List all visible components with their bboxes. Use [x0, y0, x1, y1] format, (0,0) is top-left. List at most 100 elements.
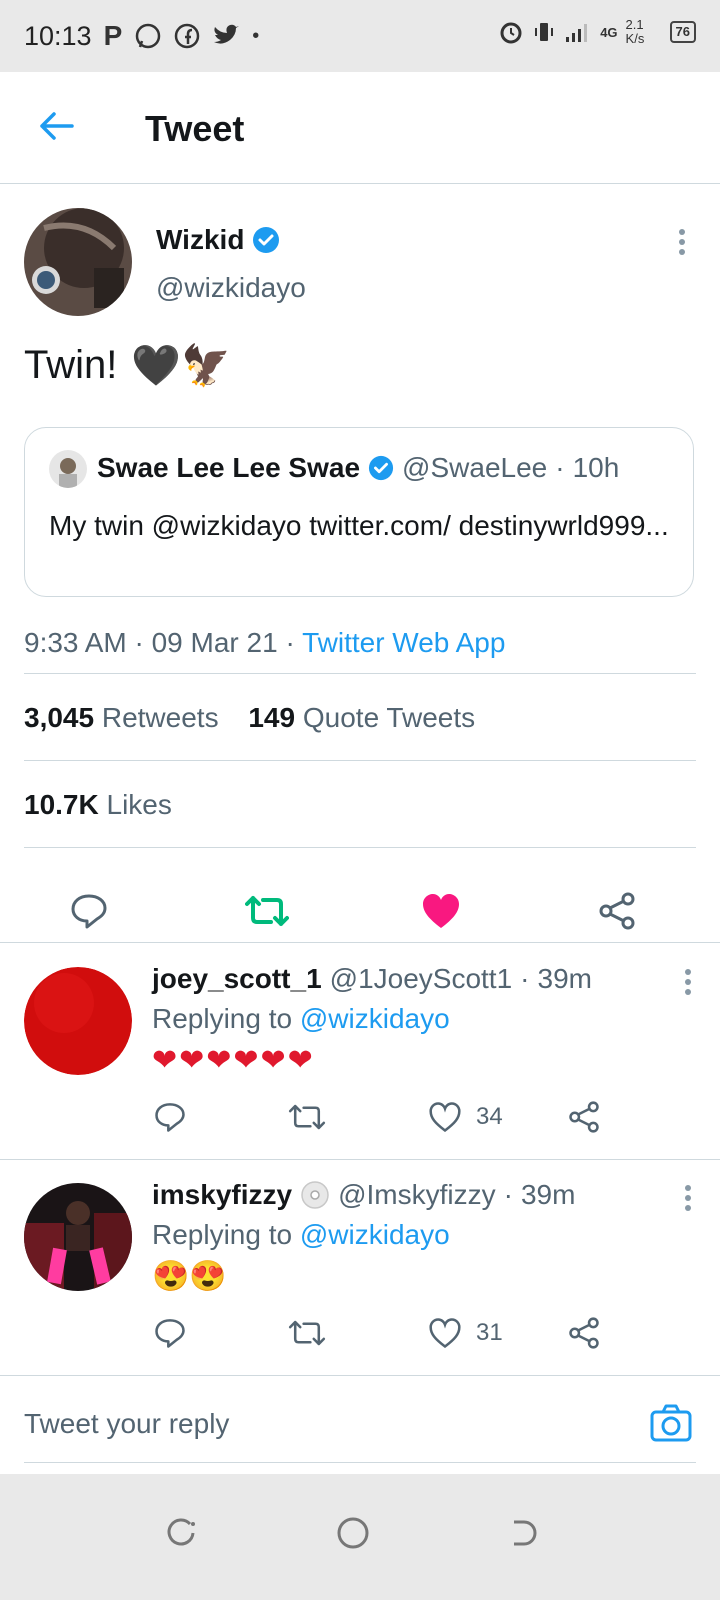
retweets-count: 3,045	[24, 702, 95, 733]
retweet-icon[interactable]	[288, 1101, 326, 1133]
quotes-count: 149	[248, 702, 296, 733]
replying-to: Replying to @wizkidayo	[152, 1003, 450, 1035]
battery-indicator: 76	[669, 21, 696, 43]
network-type: 4G	[600, 24, 618, 40]
more-options-icon[interactable]	[684, 1185, 692, 1211]
reply-tweet[interactable]: imskyfizzy @Imskyfizzy · 39m Replying to…	[0, 1159, 720, 1376]
divider	[24, 760, 696, 761]
composer-underline	[24, 1462, 696, 1463]
alarm-icon	[500, 22, 522, 44]
retweets-label: Retweets	[101, 702, 219, 733]
reply-icon[interactable]	[154, 1101, 186, 1133]
tweet-timestamp: 9:33 AM · 09 Mar 21 ·	[24, 627, 303, 658]
whatsapp-icon	[136, 23, 161, 49]
notification-dot: •	[252, 24, 260, 47]
reply-name[interactable]: joey_scott_1	[152, 963, 322, 995]
reply-text: 😍😍	[152, 1260, 227, 1293]
status-bar: 10:13 P • 4G 2.1 K/s 76	[0, 0, 720, 72]
system-nav-bar	[0, 1474, 720, 1600]
divider	[24, 673, 696, 674]
reply-action-bar: 31	[152, 1317, 622, 1353]
likes-label: Likes	[106, 789, 172, 820]
network-speed: 2.1 K/s	[625, 17, 645, 46]
retweet-icon[interactable]	[245, 892, 289, 930]
twitter-status-icon	[214, 24, 240, 44]
replying-to-link[interactable]: @wizkidayo	[300, 1003, 450, 1034]
tweet-emojis: 🖤🦅	[131, 344, 231, 388]
back-nav-icon[interactable]	[508, 1516, 542, 1550]
quoted-handle: @SwaeLee	[402, 452, 548, 483]
reply-avatar[interactable]	[24, 967, 132, 1075]
reply-tweet[interactable]: joey_scott_1 @1JoeyScott1 · 39m Replying…	[0, 942, 720, 1160]
tweet-text: Twin! 🖤🦅	[24, 342, 231, 389]
quoted-tweet-card[interactable]: Swae Lee Lee Swae @SwaeLee · 10h My twin…	[24, 427, 694, 597]
like-stat[interactable]: 34	[428, 1101, 503, 1133]
replying-to: Replying to @wizkidayo	[152, 1219, 450, 1251]
quoted-avatar	[49, 450, 87, 488]
top-app-bar: Tweet	[0, 72, 720, 184]
reply-handle[interactable]: @1JoeyScott1	[330, 963, 513, 995]
separator-dot: ·	[555, 452, 565, 483]
replying-label: Replying to	[152, 1003, 300, 1034]
separator-dot: ·	[503, 1179, 513, 1210]
author-name[interactable]: Wizkid	[156, 224, 244, 256]
like-count: 34	[476, 1103, 503, 1130]
likes-count: 10.7K	[24, 789, 99, 820]
heart-outline-icon	[429, 1318, 461, 1349]
tweet-source-link[interactable]: Twitter Web App	[302, 627, 505, 658]
quotes-label: Quote Tweets	[302, 702, 476, 733]
verified-badge-icon	[368, 455, 394, 481]
reply-time: 39m	[520, 1179, 576, 1210]
reply-time: 39m	[537, 963, 592, 994]
home-icon[interactable]	[336, 1516, 370, 1550]
back-arrow-icon[interactable]	[38, 110, 74, 142]
tweet-author: Wizkid @wizkidayo	[24, 208, 696, 316]
recent-apps-icon[interactable]	[164, 1516, 198, 1550]
more-options-icon[interactable]	[678, 228, 686, 256]
status-time: 10:13	[24, 20, 92, 51]
tweet-meta: 9:33 AM · 09 Mar 21 · Twitter Web App	[24, 627, 505, 659]
reply-text: ❤❤❤❤❤❤	[152, 1044, 315, 1077]
reply-header: imskyfizzy @Imskyfizzy · 39m	[152, 1179, 575, 1211]
retweet-icon[interactable]	[288, 1317, 326, 1349]
share-icon[interactable]	[598, 892, 636, 930]
like-count: 31	[476, 1319, 503, 1346]
quotes-stat[interactable]: 149 Quote Tweets	[248, 702, 475, 733]
retweet-stats: 3,045 Retweets 149 Quote Tweets	[24, 702, 475, 734]
quoted-time: 10h	[572, 452, 620, 483]
more-options-icon[interactable]	[684, 969, 692, 995]
reply-icon[interactable]	[154, 1317, 186, 1349]
separator-dot: ·	[520, 963, 530, 994]
heart-outline-icon	[429, 1102, 461, 1133]
reply-name[interactable]: imskyfizzy	[152, 1179, 292, 1211]
author-handle[interactable]: @wizkidayo	[156, 272, 306, 304]
likes-stat[interactable]: 10.7K Likes	[24, 789, 172, 821]
reply-input[interactable]: Tweet your reply	[24, 1408, 229, 1440]
reply-handle[interactable]: @Imskyfizzy	[338, 1179, 496, 1211]
replying-label: Replying to	[152, 1219, 300, 1250]
share-icon[interactable]	[568, 1101, 600, 1133]
facebook-icon	[175, 23, 200, 49]
quoted-text: My twin @wizkidayo twitter.com/ destinyw…	[49, 510, 669, 541]
quoted-name: Swae Lee Lee Swae	[97, 452, 361, 483]
camera-icon[interactable]	[650, 1404, 692, 1442]
reply-icon[interactable]	[70, 892, 108, 930]
vibrate-icon	[535, 23, 554, 41]
reply-header: joey_scott_1 @1JoeyScott1 · 39m	[152, 963, 592, 995]
tweet-action-bar	[0, 872, 720, 952]
share-icon[interactable]	[568, 1317, 600, 1349]
signal-icon	[566, 24, 588, 42]
avatar[interactable]	[24, 208, 132, 316]
like-heart-icon[interactable]	[421, 892, 461, 930]
p-app-icon: P	[103, 20, 123, 51]
reply-action-bar: 34	[152, 1101, 622, 1137]
replying-to-link[interactable]: @wizkidayo	[300, 1219, 450, 1250]
like-stat[interactable]: 31	[428, 1317, 503, 1349]
author-name-row: Wizkid	[156, 224, 280, 256]
reply-avatar[interactable]	[24, 1183, 132, 1291]
tweet-body: Twin!	[24, 343, 118, 387]
verified-badge-icon	[253, 227, 280, 253]
reply-composer[interactable]: Tweet your reply	[0, 1376, 720, 1474]
retweets-stat[interactable]: 3,045 Retweets	[24, 702, 219, 733]
disc-badge-icon	[301, 1181, 329, 1209]
